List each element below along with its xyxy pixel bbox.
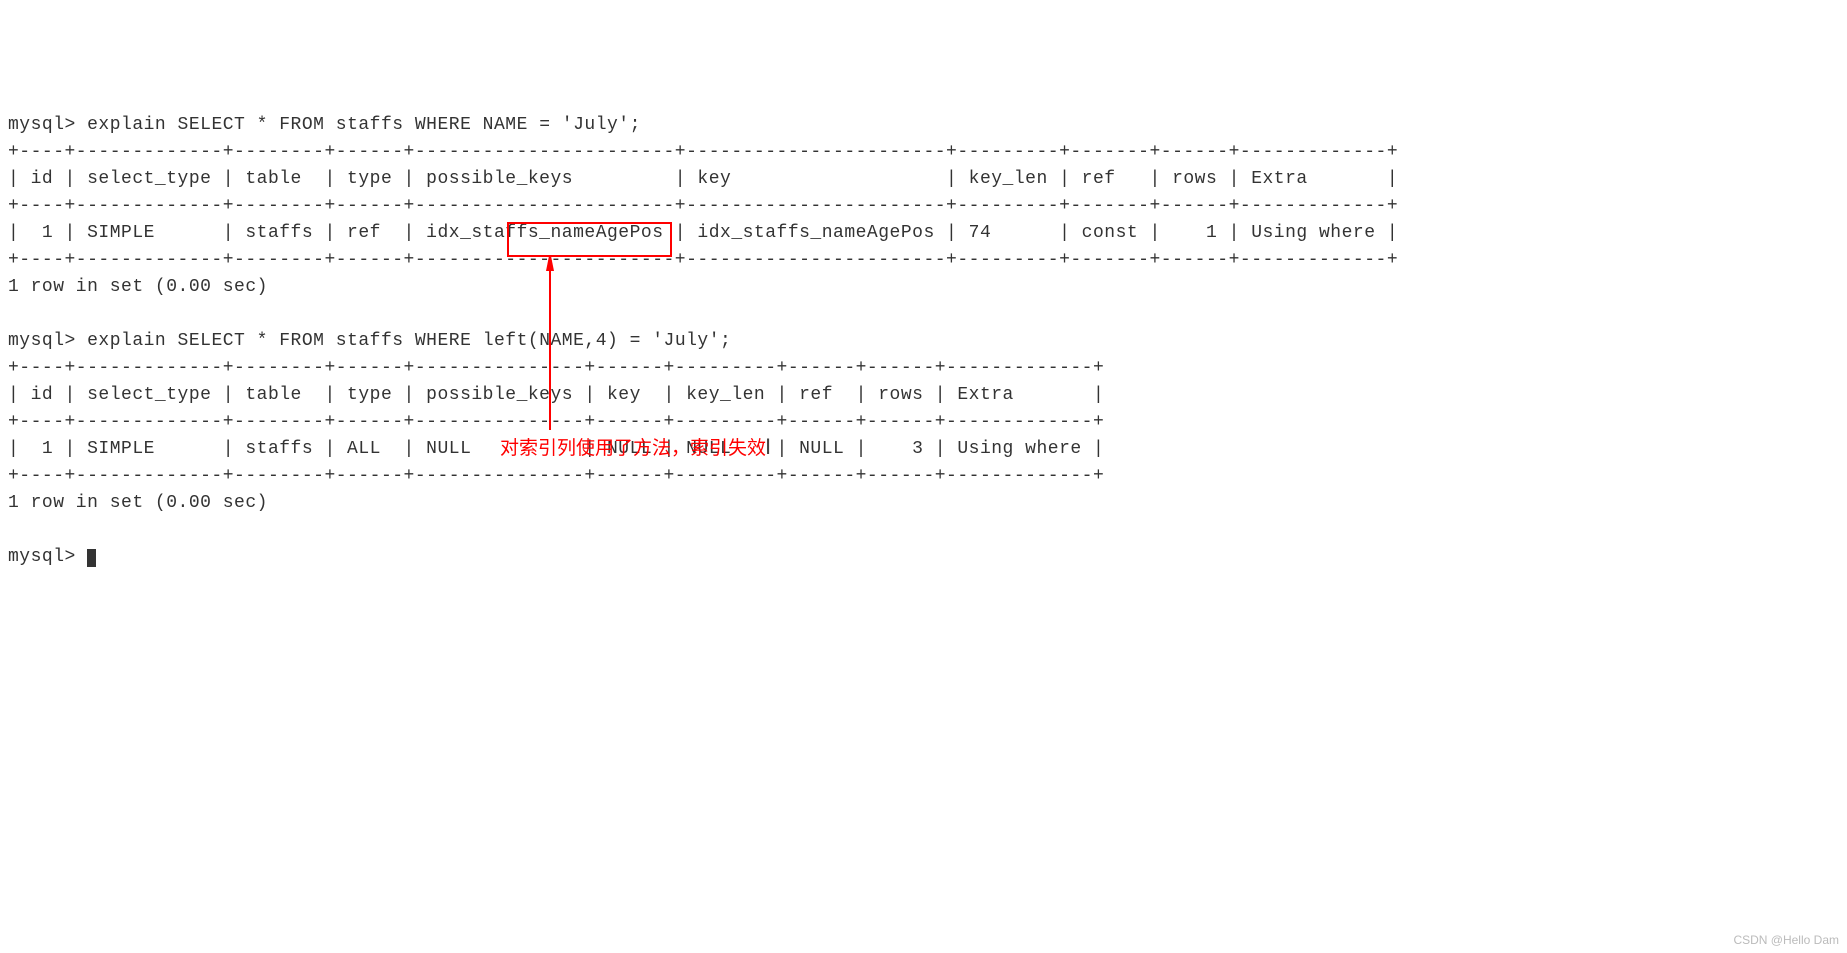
table2-border-mid: +----+-------------+--------+------+----… <box>8 412 1104 432</box>
table2-border-bot: +----+-------------+--------+------+----… <box>8 466 1104 486</box>
watermark: CSDN @Hello Dam <box>1733 931 1839 949</box>
table2-border-top: +----+-------------+--------+------+----… <box>8 358 1104 378</box>
table1-border-mid: +----+-------------+--------+------+----… <box>8 196 1398 216</box>
mysql-prompt: mysql> <box>8 547 87 567</box>
table2-header: | id | select_type | table | type | poss… <box>8 385 1104 405</box>
table1-row: | 1 | SIMPLE | staffs | ref | idx_staffs… <box>8 223 1398 243</box>
sql-command-2-post: = 'July'; <box>618 331 731 351</box>
terminal-cursor-icon <box>87 549 96 567</box>
table1-header: | id | select_type | table | type | poss… <box>8 169 1398 189</box>
table1-border-bot: +----+-------------+--------+------+----… <box>8 250 1398 270</box>
rows-in-set-1: 1 row in set (0.00 sec) <box>8 277 268 297</box>
table1-border-top: +----+-------------+--------+------+----… <box>8 142 1398 162</box>
mysql-prompt: mysql> <box>8 115 87 135</box>
annotation-text: 对索引列使用了方法，索引失效 <box>500 435 766 464</box>
mysql-prompt: mysql> <box>8 331 87 351</box>
sql-command-1: explain SELECT * FROM staffs WHERE NAME … <box>87 115 641 135</box>
sql-command-2-pre: explain SELECT * FROM staffs WHERE <box>87 331 483 351</box>
terminal-output: mysql> explain SELECT * FROM staffs WHER… <box>8 115 1398 567</box>
sql-left-func: left(NAME,4) <box>483 331 619 351</box>
rows-in-set-2: 1 row in set (0.00 sec) <box>8 493 268 513</box>
text-cursor-icon: I <box>765 430 771 463</box>
